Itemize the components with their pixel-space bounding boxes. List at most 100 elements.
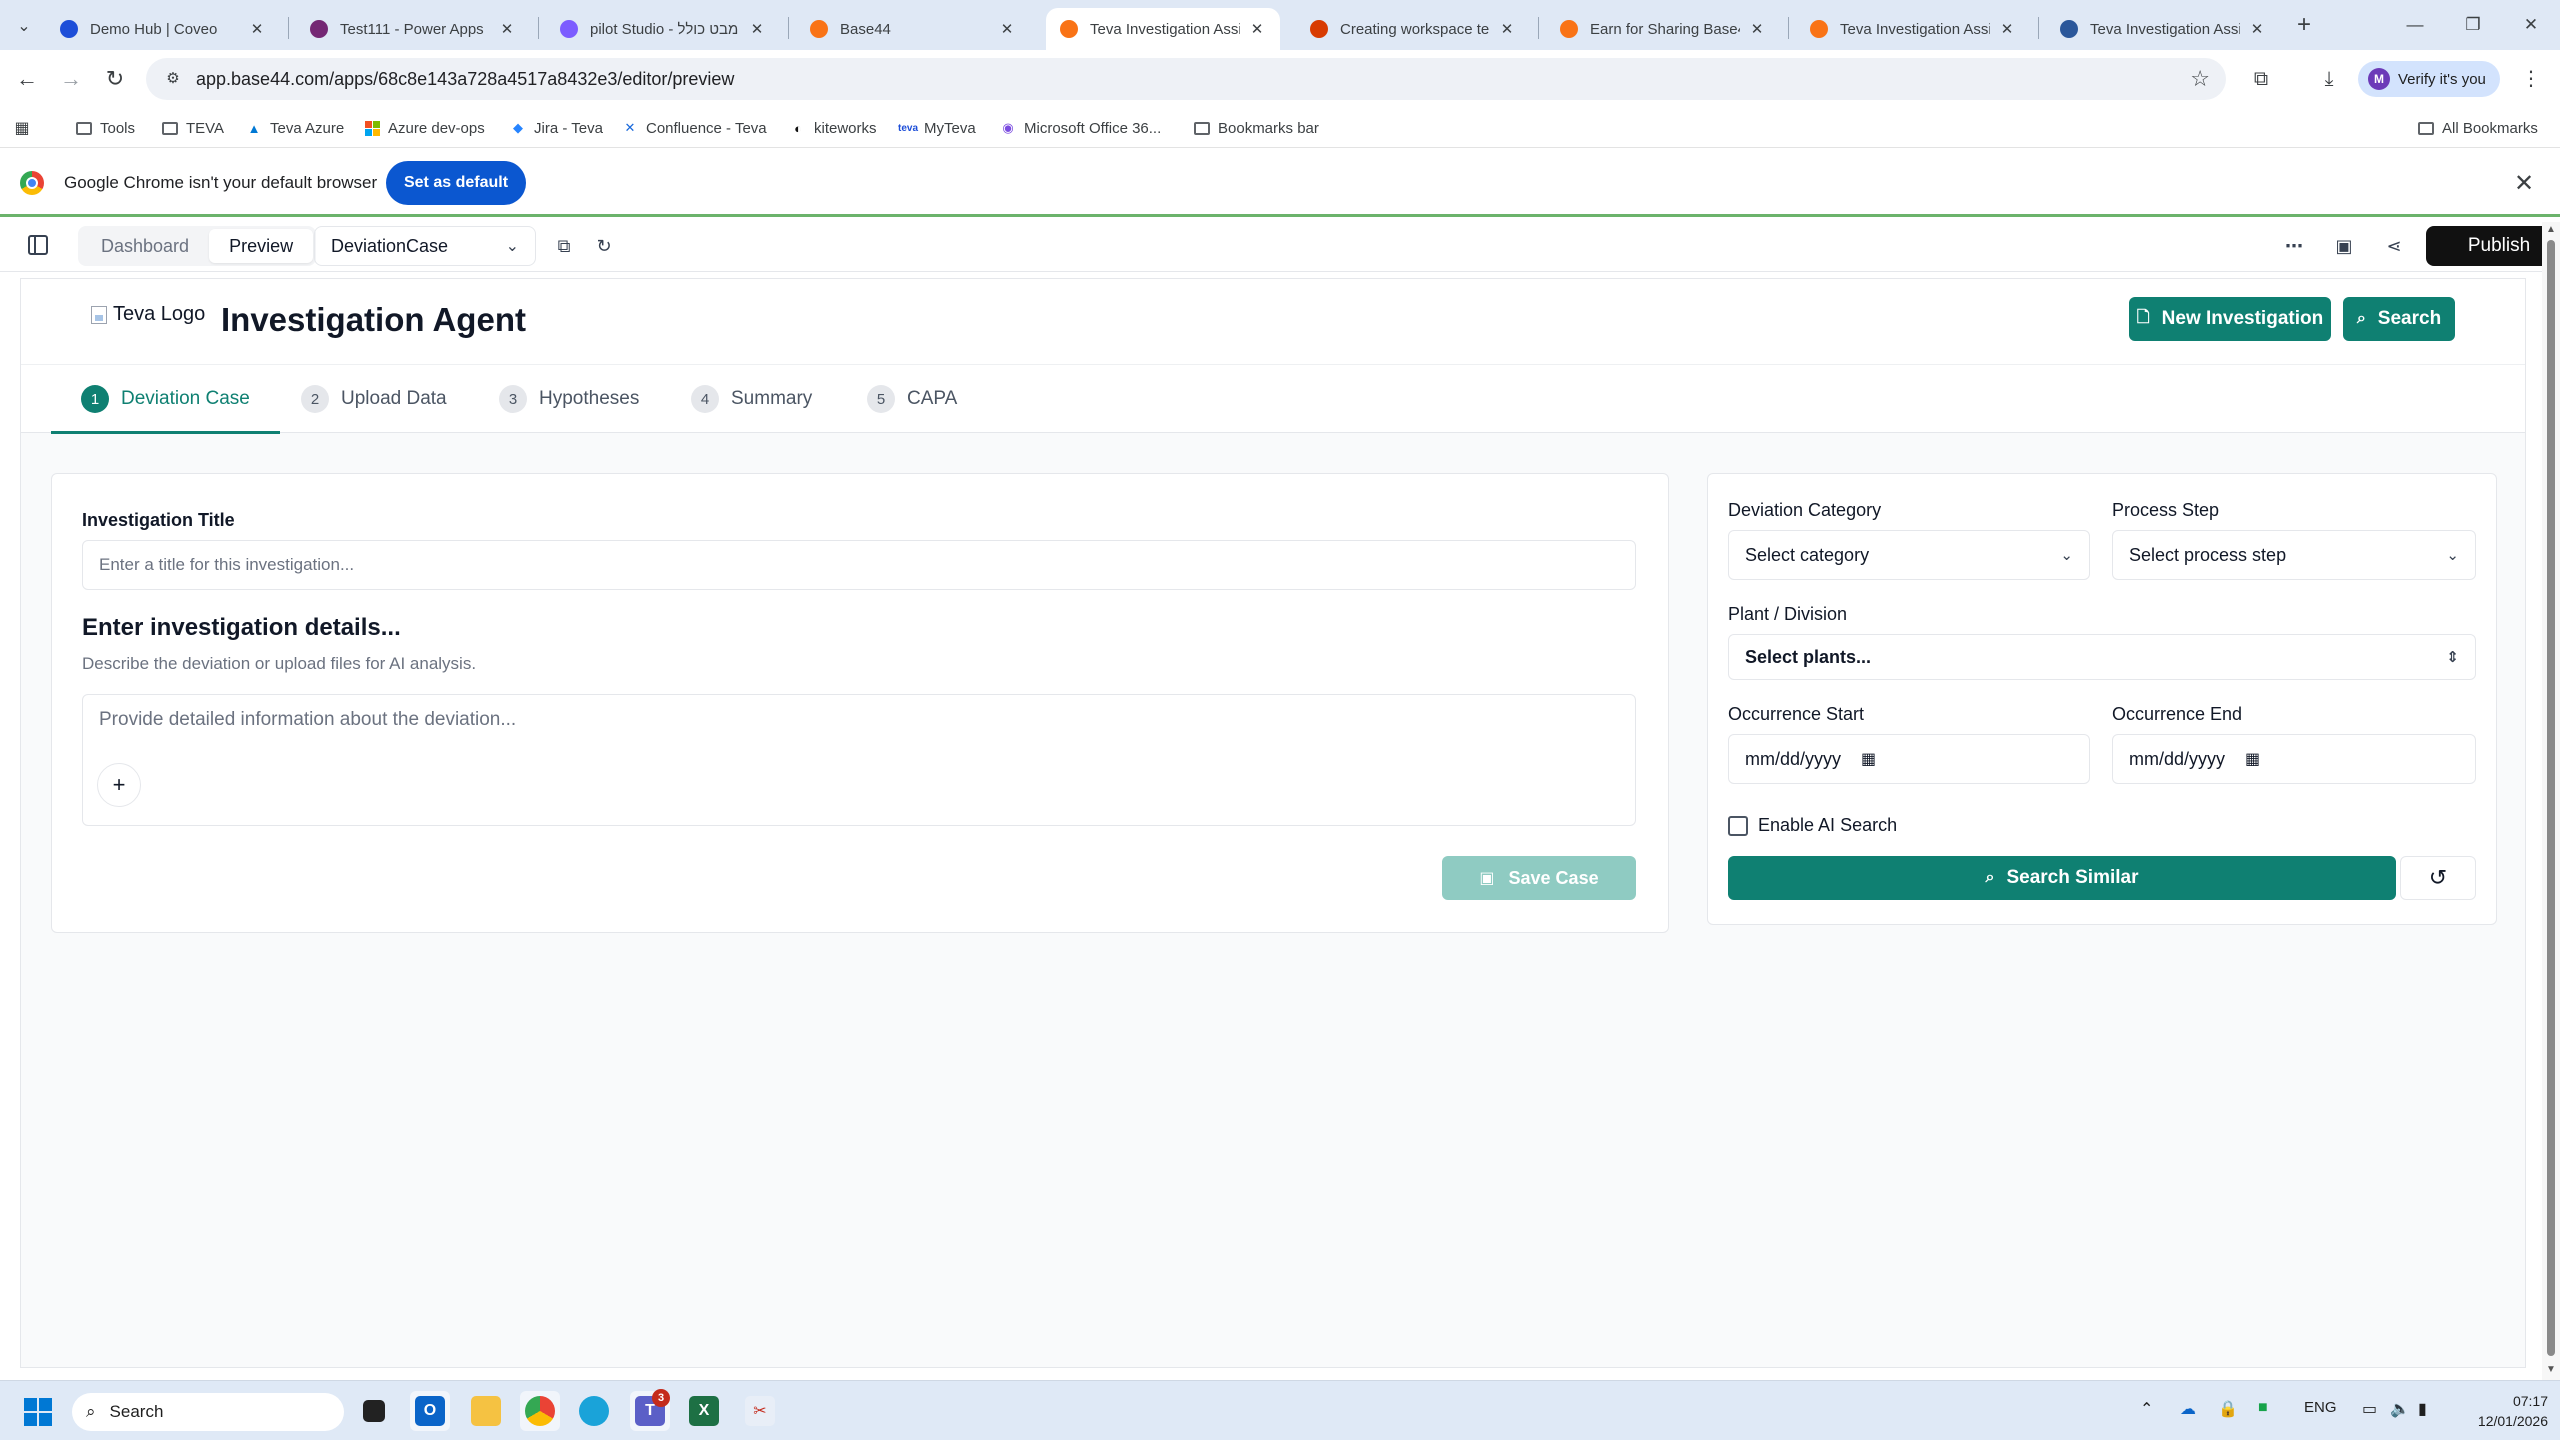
browser-tab[interactable]: Teva Investigation Assist ✕ [1046, 8, 1280, 50]
security-icon[interactable]: 🔒 [2218, 1399, 2238, 1419]
bookmark-teva[interactable]: TEVA [162, 116, 224, 140]
menu-kebab-icon[interactable]: ⋮ [2516, 64, 2546, 94]
close-icon[interactable]: ✕ [2514, 169, 2534, 198]
deviation-details-textarea[interactable]: Provide detailed information about the d… [82, 694, 1636, 826]
tab-close-icon[interactable]: ✕ [1998, 20, 2016, 38]
step-hypotheses[interactable]: 3 Hypotheses [499, 365, 639, 433]
scroll-thumb[interactable] [2547, 240, 2555, 1356]
add-file-button[interactable]: + [97, 763, 141, 807]
calendar-icon[interactable]: ▦ [1861, 749, 1876, 769]
new-investigation-button[interactable]: 🗋 New Investigation [2129, 297, 2331, 341]
edge-icon[interactable] [574, 1391, 614, 1431]
process-step-select[interactable]: Select process step ⌄ [2112, 530, 2476, 580]
step-capa[interactable]: 5 CAPA [867, 365, 957, 433]
tab-close-icon[interactable]: ✕ [1498, 20, 1516, 38]
tab-close-icon[interactable]: ✕ [248, 20, 266, 38]
bookmark-teva-azure[interactable]: ▲ Teva Azure [246, 116, 345, 140]
excel-icon[interactable]: X [684, 1391, 724, 1431]
responsive-view-icon[interactable]: ⧉ [552, 234, 576, 258]
downloads-icon[interactable]: ⤓ [2314, 64, 2344, 94]
occurrence-start-input[interactable]: mm/dd/yyyy ▦ [1728, 734, 2090, 784]
page-scrollbar[interactable]: ▲ ▼ [2542, 222, 2560, 1382]
refresh-icon[interactable]: ↻ [592, 234, 616, 258]
tab-search-icon[interactable]: ⌄ [10, 12, 38, 40]
plant-division-select[interactable]: Select plants... ⇕ [1728, 634, 2476, 680]
tab-close-icon[interactable]: ✕ [498, 20, 516, 38]
scroll-up-icon[interactable]: ▲ [2545, 224, 2557, 236]
language-indicator[interactable]: ENG [2304, 1399, 2337, 1416]
calendar-icon[interactable]: ▦ [2245, 749, 2260, 769]
bookmark-azure-devops[interactable]: Azure dev-ops [364, 116, 485, 140]
bookmark-myteva[interactable]: teva MyTeva [898, 116, 976, 140]
all-bookmarks[interactable]: All Bookmarks [2418, 116, 2538, 140]
outlook-icon[interactable]: O [410, 1391, 450, 1431]
taskbar-clock[interactable]: 07:17 12/01/2026 [2452, 1391, 2548, 1431]
tab-preview[interactable]: Preview [209, 229, 314, 263]
publish-button[interactable]: Publish [2426, 226, 2560, 266]
tray-overflow-icon[interactable]: ⌃ [2140, 1399, 2153, 1419]
bookmark-office[interactable]: ◉ Microsoft Office 36... [1000, 116, 1161, 140]
tab-close-icon[interactable]: ✕ [1748, 20, 1766, 38]
bookmark-kiteworks[interactable]: ◐ kiteworks [790, 116, 876, 140]
tab-close-icon[interactable]: ✕ [998, 20, 1016, 38]
new-tab-button[interactable]: + [2290, 12, 2318, 40]
step-upload-data[interactable]: 2 Upload Data [301, 365, 447, 433]
tab-close-icon[interactable]: ✕ [2248, 20, 2266, 38]
step-summary[interactable]: 4 Summary [691, 365, 812, 433]
occurrence-end-input[interactable]: mm/dd/yyyy ▦ [2112, 734, 2476, 784]
tab-close-icon[interactable]: ✕ [748, 20, 766, 38]
browser-tab[interactable]: Creating workspace tem ✕ [1296, 8, 1530, 50]
browser-tab[interactable]: pilot Studio - מבט כולל ✕ [546, 8, 780, 50]
search-similar-button[interactable]: ⌕ Search Similar [1728, 856, 2396, 900]
bookmark-jira[interactable]: ◆ Jira - Teva [510, 116, 603, 140]
browser-tab[interactable]: Teva Investigation Assist ✕ [1796, 8, 2030, 50]
bookmark-confluence[interactable]: ✕ Confluence - Teva [622, 116, 767, 140]
battery-icon[interactable]: ▮ [2418, 1399, 2427, 1419]
chrome-icon[interactable] [520, 1391, 560, 1431]
windows-start-icon[interactable] [24, 1398, 52, 1426]
apps-grid-icon[interactable]: ▦ [14, 116, 38, 140]
volume-icon[interactable]: 🔈 [2390, 1399, 2410, 1419]
browser-tab[interactable]: Demo Hub | Coveo ✕ [46, 8, 280, 50]
extensions-icon[interactable]: ⧉ [2246, 64, 2276, 94]
bookmark-tools[interactable]: Tools [76, 116, 135, 140]
deviation-category-select[interactable]: Select category ⌄ [1728, 530, 2090, 580]
task-view-icon[interactable] [354, 1391, 394, 1431]
step-deviation-case[interactable]: 1 Deviation Case [51, 365, 280, 434]
save-case-button[interactable]: ▣ Save Case [1442, 856, 1636, 900]
more-icon[interactable]: ⋯ [2282, 234, 2306, 258]
browser-tab[interactable]: Test111 - Power Apps ✕ [296, 8, 530, 50]
scroll-down-icon[interactable]: ▼ [2545, 1364, 2557, 1376]
site-info-icon[interactable]: ⚙ [162, 68, 184, 90]
url-text[interactable]: app.base44.com/apps/68c8e143a728a4517a84… [196, 69, 734, 90]
browser-tab[interactable]: Teva Investigation Assist ✕ [2046, 8, 2280, 50]
teams-icon[interactable]: T 3 [630, 1389, 670, 1431]
restore-icon[interactable]: ❐ [2450, 10, 2496, 40]
minimize-icon[interactable]: — [2392, 10, 2438, 40]
share-icon[interactable]: ⋖ [2382, 234, 2406, 258]
set-default-button[interactable]: Set as default [386, 161, 526, 205]
investigation-title-input[interactable]: Enter a title for this investigation... [82, 540, 1636, 590]
tab-close-icon[interactable]: ✕ [1248, 20, 1266, 38]
tray-app-icon[interactable]: ■ [2258, 1399, 2268, 1417]
browser-tab[interactable]: Base44 ✕ [796, 8, 1030, 50]
back-icon[interactable]: ← [12, 64, 42, 94]
address-bar[interactable]: ⚙ app.base44.com/apps/68c8e143a728a4517a… [146, 58, 2226, 100]
bookmark-star-icon[interactable]: ☆ [2190, 66, 2210, 92]
reload-icon[interactable]: ↻ [100, 64, 130, 94]
enable-ai-checkbox[interactable] [1728, 816, 1748, 836]
browser-tab[interactable]: Earn for Sharing Base44 ✕ [1546, 8, 1780, 50]
file-explorer-icon[interactable] [466, 1391, 506, 1431]
profile-chip[interactable]: M Verify it's you [2358, 61, 2500, 97]
bookmark-bookmarks-bar[interactable]: Bookmarks bar [1194, 116, 1319, 140]
onedrive-icon[interactable]: ☁ [2180, 1399, 2196, 1419]
network-icon[interactable]: ▭ [2362, 1399, 2377, 1419]
window-close-icon[interactable]: ✕ [2508, 10, 2554, 40]
forward-icon[interactable]: → [56, 64, 86, 94]
reset-button[interactable]: ↺ [2400, 856, 2476, 900]
tab-dashboard[interactable]: Dashboard [81, 229, 209, 263]
search-button[interactable]: ⌕ Search [2343, 297, 2455, 341]
snipping-tool-icon[interactable]: ✂ [740, 1391, 780, 1431]
page-select[interactable]: DeviationCase ⌄ [314, 226, 536, 266]
taskbar-search[interactable]: ⌕ Search [72, 1393, 344, 1431]
